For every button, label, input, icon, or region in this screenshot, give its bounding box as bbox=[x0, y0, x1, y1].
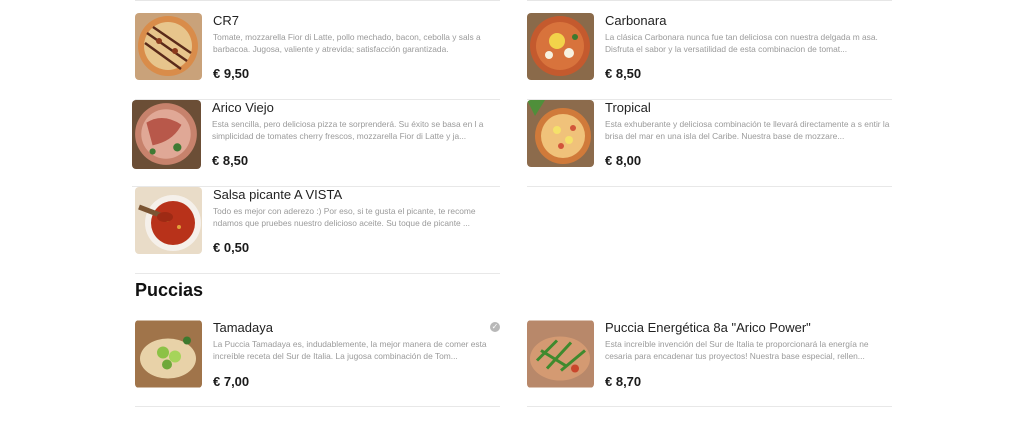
item-description: Esta sencilla, pero deliciosa pizza te s… bbox=[212, 119, 484, 141]
puccia-image bbox=[527, 320, 594, 388]
item-name: Salsa picante A VISTA bbox=[213, 187, 343, 202]
item-name: Arico Viejo bbox=[212, 100, 274, 115]
menu-item-card[interactable]: Carbonara La clásica Carbonara nunca fue… bbox=[527, 13, 892, 100]
item-name: Carbonara bbox=[605, 13, 667, 28]
pizza-image bbox=[527, 100, 594, 167]
menu-item-card[interactable]: Puccia Energética 8a "Arico Power" Esta … bbox=[527, 320, 892, 407]
item-price: € 0,50 bbox=[213, 240, 250, 255]
item-price: € 7,00 bbox=[213, 374, 250, 389]
item-description: Todo es mejor con aderezo :) Por eso, si… bbox=[213, 206, 476, 228]
menu-item-card[interactable]: Arico Viejo Esta sencilla, pero delicios… bbox=[132, 100, 500, 187]
menu-item-card[interactable]: Tamadaya ✓ La Puccia Tamadaya es, induda… bbox=[135, 320, 500, 407]
divider bbox=[135, 0, 500, 1]
pizza-image bbox=[527, 13, 594, 80]
pizza-image bbox=[132, 100, 201, 169]
divider bbox=[527, 0, 892, 1]
menu-page: CR7 Tomate, mozzarella Fior di Latte, po… bbox=[0, 0, 1024, 433]
item-price: € 8,50 bbox=[212, 153, 249, 168]
vegetarian-icon: ✓ bbox=[490, 322, 500, 332]
item-price: € 8,00 bbox=[605, 153, 642, 168]
item-description: Esta exhuberante y deliciosa combinación… bbox=[605, 119, 890, 141]
item-description: Tomate, mozzarella Fior di Latte, pollo … bbox=[213, 32, 481, 54]
item-name: CR7 bbox=[213, 13, 240, 28]
item-description: Esta increíble invención del Sur de Ital… bbox=[605, 339, 869, 361]
pizza-image bbox=[135, 13, 202, 80]
item-description: La Puccia Tamadaya es, indudablemente, l… bbox=[213, 339, 487, 361]
item-price: € 9,50 bbox=[213, 66, 250, 81]
sauce-image bbox=[135, 187, 202, 254]
item-name: Puccia Energética 8a "Arico Power" bbox=[605, 320, 811, 335]
item-price: € 8,70 bbox=[605, 374, 642, 389]
item-name: Tamadaya bbox=[213, 320, 273, 335]
menu-item-card[interactable]: Tropical Esta exhuberante y deliciosa co… bbox=[527, 100, 892, 187]
item-name: Tropical bbox=[605, 100, 651, 115]
menu-item-card[interactable]: Salsa picante A VISTA Todo es mejor con … bbox=[135, 187, 500, 274]
section-title-puccias: Puccias bbox=[135, 280, 204, 300]
item-description: La clásica Carbonara nunca fue tan delic… bbox=[605, 32, 878, 54]
menu-item-card[interactable]: CR7 Tomate, mozzarella Fior di Latte, po… bbox=[135, 13, 500, 100]
puccia-image bbox=[135, 320, 202, 388]
item-price: € 8,50 bbox=[605, 66, 642, 81]
